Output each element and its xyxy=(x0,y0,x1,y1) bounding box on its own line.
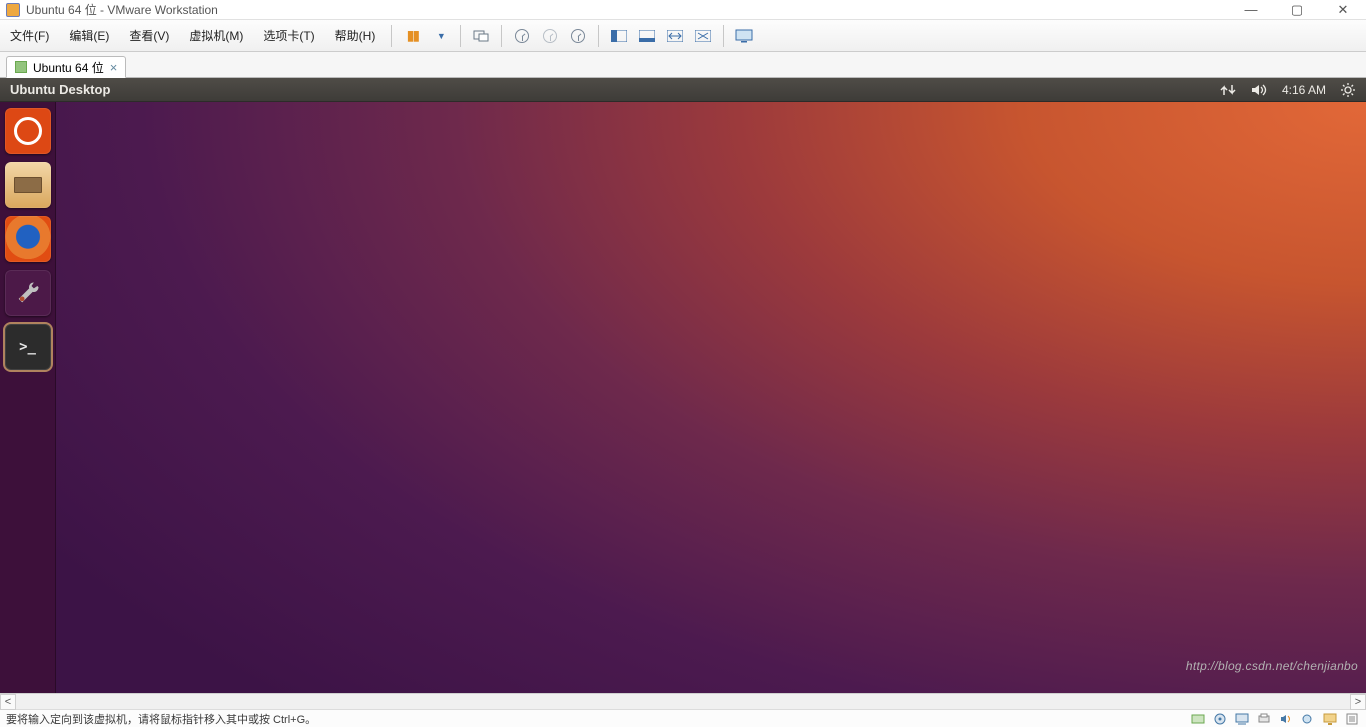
device-printer-icon[interactable] xyxy=(1256,712,1272,726)
status-hint: 要将输入定向到该虚拟机，请将鼠标指针移入其中或按 Ctrl+G。 xyxy=(6,711,316,727)
view-unity-button[interactable] xyxy=(608,25,630,47)
vm-tab-icon xyxy=(15,61,27,73)
window-minimize-button[interactable]: — xyxy=(1228,0,1274,20)
toolbar-separator xyxy=(598,25,599,47)
toolbar-separator xyxy=(723,25,724,47)
hscroll-right-button[interactable]: > xyxy=(1350,694,1366,710)
monitor-icon xyxy=(735,29,753,43)
send-ctrl-alt-del-button[interactable] xyxy=(470,25,492,47)
snapshot-take-button[interactable] xyxy=(511,25,533,47)
status-bar: 要将输入定向到该虚拟机，请将鼠标指针移入其中或按 Ctrl+G。 xyxy=(0,709,1366,727)
caret-down-icon: ▼ xyxy=(437,31,446,41)
ubuntu-topbar-title: Ubuntu Desktop xyxy=(10,82,110,97)
menu-tabs[interactable]: 选项卡(T) xyxy=(253,23,324,48)
devices-icon xyxy=(473,29,489,43)
window-icon xyxy=(639,30,655,42)
toolbar-separator xyxy=(501,25,502,47)
expand-icon xyxy=(667,30,683,42)
pause-vm-button[interactable]: ▮▮ xyxy=(401,25,423,47)
network-indicator[interactable] xyxy=(1220,83,1236,97)
menu-vm[interactable]: 虚拟机(M) xyxy=(179,23,253,48)
window-title: Ubuntu 64 位 - VMware Workstation xyxy=(26,1,218,18)
gear-icon xyxy=(1340,82,1356,98)
shrink-icon xyxy=(695,30,711,42)
wrench-gear-icon xyxy=(14,279,42,307)
device-sound-icon[interactable] xyxy=(1278,712,1294,726)
vm-display[interactable]: Ubuntu Desktop 4:16 AM http://blog.csdn.… xyxy=(0,78,1366,693)
menu-file[interactable]: 文件(F) xyxy=(0,23,59,48)
vmware-app-icon xyxy=(6,3,20,17)
snapshot-revert-button[interactable] xyxy=(539,25,561,47)
device-harddisk-icon[interactable] xyxy=(1190,712,1206,726)
view-autosize-button[interactable] xyxy=(692,25,714,47)
launcher-terminal[interactable] xyxy=(5,324,51,370)
statusbar-options-button[interactable] xyxy=(1344,712,1360,726)
launcher-settings[interactable] xyxy=(5,270,51,316)
hscroll-left-button[interactable]: < xyxy=(0,694,16,710)
view-console-button[interactable] xyxy=(636,25,658,47)
enter-fullscreen-button[interactable] xyxy=(733,25,755,47)
vm-tab-ubuntu[interactable]: Ubuntu 64 位 × xyxy=(6,56,126,78)
toolbar-separator xyxy=(460,25,461,47)
clock-indicator[interactable]: 4:16 AM xyxy=(1282,83,1326,97)
clock-icon xyxy=(515,29,529,43)
volume-icon xyxy=(1250,83,1268,97)
clock-back-icon xyxy=(543,29,557,43)
toolbar-separator xyxy=(391,25,392,47)
device-cdrom-icon[interactable] xyxy=(1212,712,1228,726)
device-network-icon[interactable] xyxy=(1234,712,1250,726)
pause-icon: ▮▮ xyxy=(407,27,418,44)
view-stretch-button[interactable] xyxy=(664,25,686,47)
window-maximize-button[interactable]: ▢ xyxy=(1274,0,1320,20)
network-updown-icon xyxy=(1220,83,1236,97)
unity-launcher xyxy=(0,102,56,693)
window-close-button[interactable]: ✕ xyxy=(1320,0,1366,20)
device-display-icon[interactable] xyxy=(1322,712,1338,726)
vm-tab-close-button[interactable]: × xyxy=(110,61,118,74)
window-titlebar: Ubuntu 64 位 - VMware Workstation — ▢ ✕ xyxy=(0,0,1366,20)
ubuntu-desktop-wallpaper[interactable] xyxy=(56,102,1366,693)
menu-view[interactable]: 查看(V) xyxy=(119,23,179,48)
sound-indicator[interactable] xyxy=(1250,83,1268,97)
split-pane-icon xyxy=(611,30,627,42)
menu-help[interactable]: 帮助(H) xyxy=(325,23,386,48)
vm-tab-label: Ubuntu 64 位 xyxy=(33,59,104,76)
host-horizontal-scrollbar[interactable]: < > xyxy=(0,693,1366,709)
system-indicator[interactable] xyxy=(1340,82,1356,98)
menu-edit[interactable]: 编辑(E) xyxy=(59,23,119,48)
snapshot-manage-button[interactable] xyxy=(567,25,589,47)
vm-tabstrip: Ubuntu 64 位 × xyxy=(0,52,1366,78)
ubuntu-topbar: Ubuntu Desktop 4:16 AM xyxy=(0,78,1366,102)
clock-text: 4:16 AM xyxy=(1282,83,1326,97)
launcher-files[interactable] xyxy=(5,162,51,208)
launcher-firefox[interactable] xyxy=(5,216,51,262)
launcher-dash[interactable] xyxy=(5,108,51,154)
menu-bar: 文件(F) 编辑(E) 查看(V) 虚拟机(M) 选项卡(T) 帮助(H) ▮▮… xyxy=(0,20,1366,52)
clock-fwd-icon xyxy=(571,29,585,43)
device-usb-icon[interactable] xyxy=(1300,712,1316,726)
power-menu-dropdown[interactable]: ▼ xyxy=(429,25,451,47)
